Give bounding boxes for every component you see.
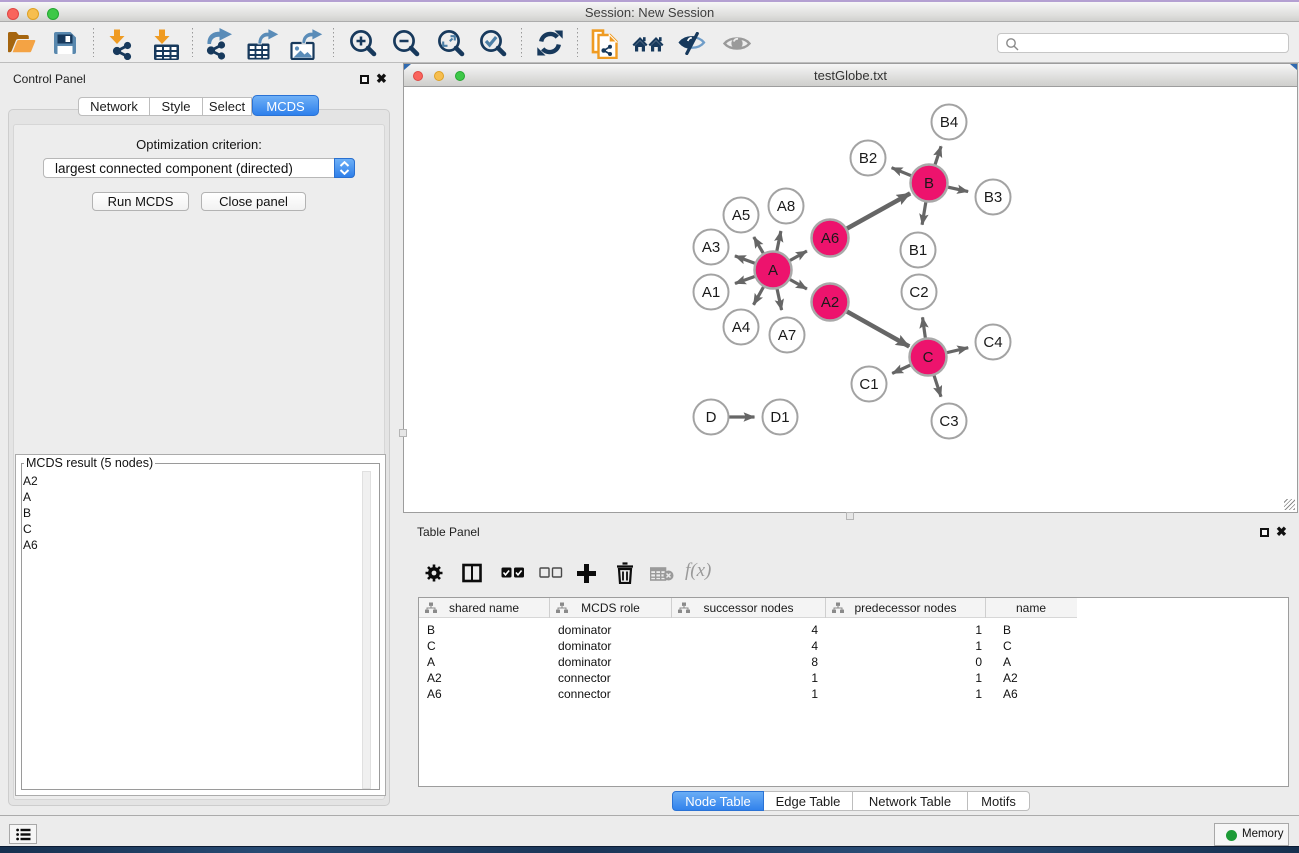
svg-text:C4: C4	[983, 334, 1002, 351]
svg-text:B: B	[924, 175, 934, 192]
svg-text:A8: A8	[777, 198, 795, 215]
svg-text:A5: A5	[732, 207, 750, 224]
svg-text:C2: C2	[909, 284, 928, 301]
svg-text:B2: B2	[859, 150, 877, 167]
svg-text:D1: D1	[770, 409, 789, 426]
svg-text:B4: B4	[940, 114, 958, 131]
svg-text:C: C	[923, 349, 934, 366]
svg-text:D: D	[706, 409, 717, 426]
svg-text:B3: B3	[984, 189, 1002, 206]
svg-text:A7: A7	[778, 327, 796, 344]
svg-text:A6: A6	[821, 230, 839, 247]
svg-text:A1: A1	[702, 284, 720, 301]
svg-text:A4: A4	[732, 319, 750, 336]
svg-text:A3: A3	[702, 239, 720, 256]
svg-text:A2: A2	[821, 294, 839, 311]
svg-text:B1: B1	[909, 242, 927, 259]
svg-text:C3: C3	[939, 413, 958, 430]
svg-text:C1: C1	[859, 376, 878, 393]
svg-text:A: A	[768, 262, 778, 279]
